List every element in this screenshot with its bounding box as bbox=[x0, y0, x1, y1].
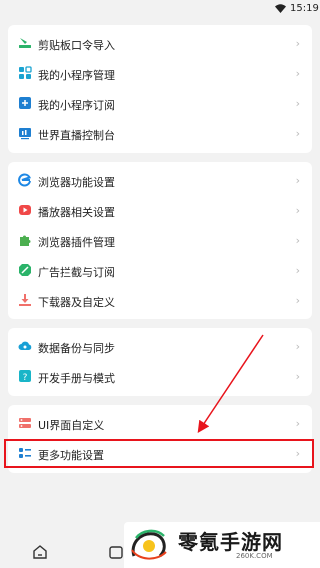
annotation-arrow bbox=[197, 334, 264, 433]
watermark-site: 260K.COM bbox=[236, 552, 273, 560]
tab-icon[interactable] bbox=[108, 544, 124, 560]
watermark: 零氪手游网 260K.COM bbox=[124, 522, 320, 568]
home-icon[interactable] bbox=[32, 544, 48, 560]
watermark-logo bbox=[131, 529, 167, 560]
watermark-brand: 零氪手游网 bbox=[178, 530, 283, 554]
